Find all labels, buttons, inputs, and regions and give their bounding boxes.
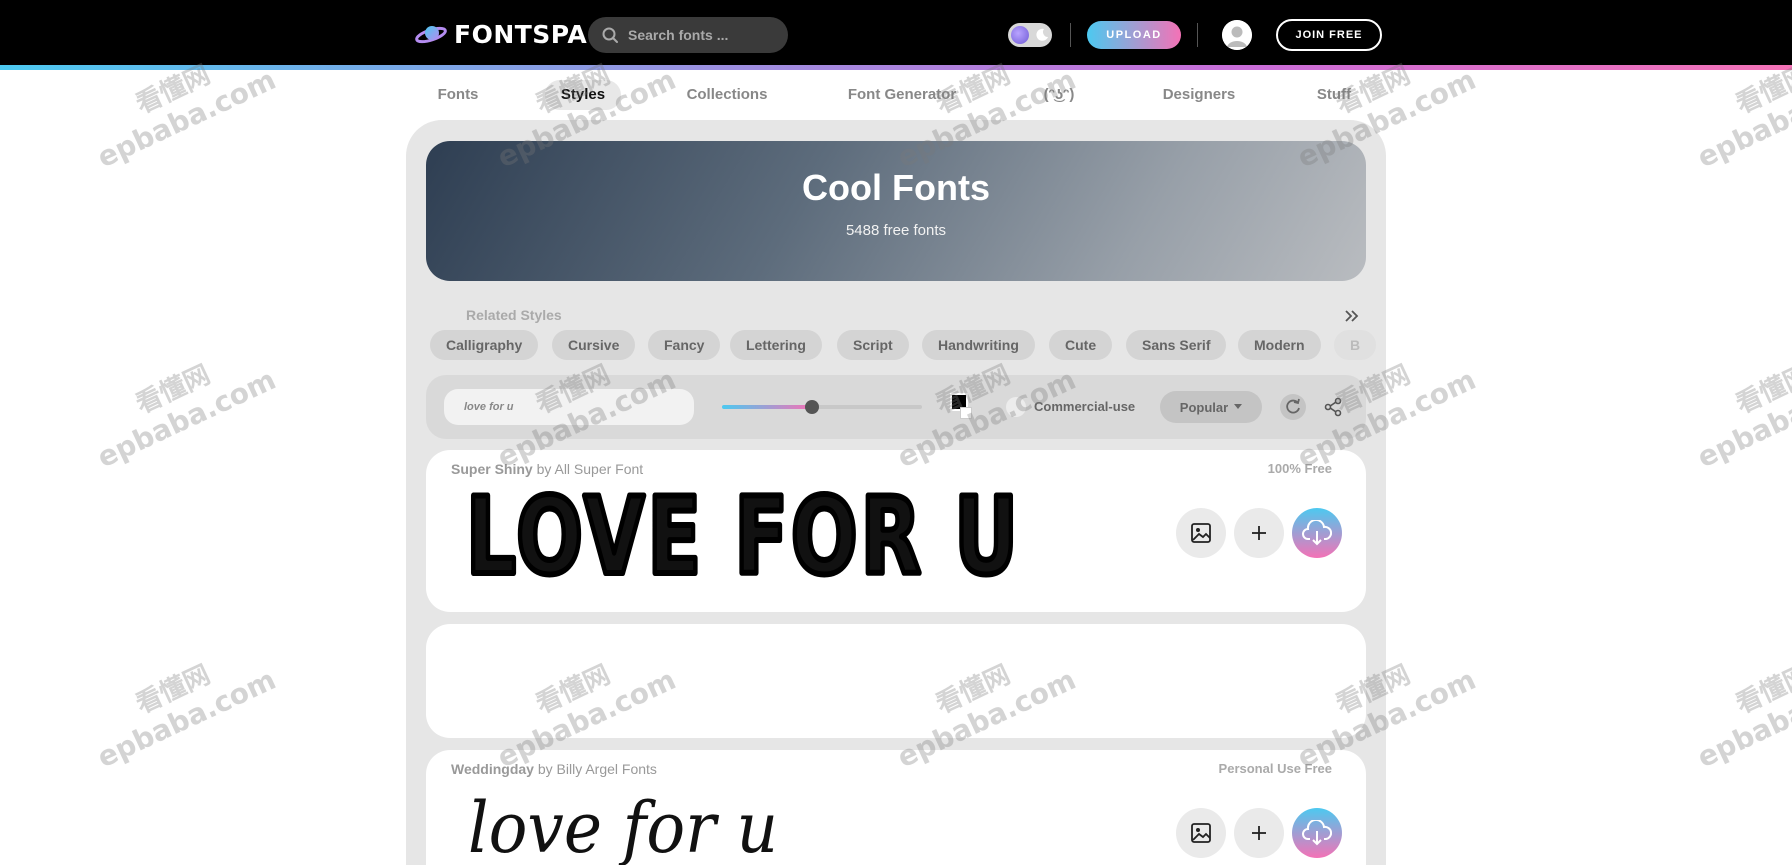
add-to-collection-button[interactable] [1234, 508, 1284, 558]
nav-collections[interactable]: Collections [680, 80, 774, 110]
add-to-collection-button[interactable] [1234, 808, 1284, 858]
watermark: 看懂网 epbaba.com [1680, 637, 1792, 775]
caret-down-icon [1234, 404, 1243, 409]
chevron-double-right-icon[interactable] [1344, 309, 1360, 323]
watermark-cn: 看懂网 [1731, 659, 1792, 721]
cloud-download-icon [1302, 820, 1332, 846]
chip-script[interactable]: Script [837, 330, 909, 360]
font-preview-text: LOVE FOR U [466, 475, 1021, 598]
share-icon [1324, 397, 1342, 417]
commercial-use-checkbox[interactable] [1006, 397, 1026, 417]
nav-emoticons[interactable]: (ᵔ͜ʖᵔ) [1030, 80, 1088, 110]
avatar-icon [1222, 20, 1252, 50]
header-accent-line [0, 65, 1792, 70]
theme-toggle[interactable] [1008, 23, 1052, 47]
background-color-swatch[interactable] [960, 407, 972, 419]
download-button[interactable] [1292, 508, 1342, 558]
font-size-slider[interactable] [722, 400, 922, 414]
preview-image-button[interactable] [1176, 808, 1226, 858]
sort-label: Popular [1179, 399, 1229, 415]
join-free-button[interactable]: JOIN FREE [1276, 19, 1382, 51]
watermark: 看懂网 epbaba.com [80, 637, 281, 775]
image-icon [1191, 523, 1211, 543]
slider-thumb[interactable] [805, 400, 819, 414]
preview-text-input[interactable] [444, 389, 694, 425]
search-icon [602, 27, 618, 43]
reset-button[interactable] [1280, 394, 1306, 420]
page-title: Cool Fonts [802, 167, 990, 208]
watermark: 看懂网 epbaba.com [1680, 337, 1792, 475]
chip-cute[interactable]: Cute [1049, 330, 1113, 360]
cloud-download-icon [1302, 520, 1332, 546]
chip-more[interactable]: B [1334, 330, 1377, 360]
avatar[interactable] [1222, 20, 1252, 50]
search-input[interactable] [628, 27, 778, 43]
commercial-use-label: Commercial-use [1034, 399, 1136, 414]
toggle-knob [1011, 26, 1029, 44]
chip-sans-serif[interactable]: Sans Serif [1126, 330, 1227, 360]
plus-icon [1252, 526, 1266, 540]
watermark-cn: 看懂网 [131, 359, 215, 421]
watermark: 看懂网 epbaba.com [80, 337, 281, 475]
preview-controls: Commercial-use Popular [426, 375, 1366, 439]
upload-button[interactable]: UPLOAD [1087, 21, 1181, 49]
font-count: 5488 free fonts [845, 222, 947, 239]
header-divider [1197, 23, 1198, 47]
font-card[interactable]: Super Shiny by All Super Font 100% Free … [426, 450, 1366, 612]
related-styles-label: Related Styles [466, 307, 562, 323]
nav-styles[interactable]: Styles [545, 80, 621, 110]
license-label: 100% Free [1267, 461, 1332, 476]
chip-calligraphy[interactable]: Calligraphy [430, 330, 539, 360]
chip-cursive[interactable]: Cursive [552, 330, 636, 360]
style-hero-banner: Cool Fonts 5488 free fonts [426, 141, 1366, 281]
watermark-en: epbaba.com [92, 662, 281, 775]
share-button[interactable] [1320, 394, 1346, 420]
main-nav: Fonts Styles Collections Font Generator … [0, 80, 1792, 112]
search-box[interactable] [588, 17, 788, 53]
font-preview-text: love for u [468, 787, 778, 865]
font-card-placeholder [426, 624, 1366, 738]
download-button[interactable] [1292, 808, 1342, 858]
nav-stuff[interactable]: Stuff [1302, 80, 1366, 110]
refresh-icon [1286, 398, 1300, 414]
moon-icon [1036, 28, 1048, 41]
top-bar: FONTSPACE UPLOAD JOIN FREE [0, 0, 1792, 65]
sort-dropdown[interactable]: Popular [1160, 391, 1262, 423]
nav-designers[interactable]: Designers [1157, 80, 1241, 110]
watermark-en: epbaba.com [1692, 662, 1792, 775]
font-preview[interactable]: love for u [426, 750, 926, 865]
chip-fancy[interactable]: Fancy [648, 330, 721, 360]
preview-image-button[interactable] [1176, 508, 1226, 558]
watermark-en: epbaba.com [1692, 362, 1792, 475]
card-actions [1176, 508, 1342, 558]
related-styles-chips: Calligraphy Cursive Fancy Lettering Scri… [430, 330, 1384, 362]
chip-handwriting[interactable]: Handwriting [922, 330, 1035, 360]
nav-fonts[interactable]: Fonts [428, 80, 488, 110]
license-label: Personal Use Free [1218, 761, 1332, 776]
watermark-en: epbaba.com [92, 362, 281, 475]
chip-lettering[interactable]: Lettering [730, 330, 822, 360]
watermark-cn: 看懂网 [131, 659, 215, 721]
chip-modern[interactable]: Modern [1238, 330, 1321, 360]
header-divider [1070, 23, 1071, 47]
image-icon [1191, 823, 1211, 843]
font-preview[interactable]: LOVE FOR U [426, 450, 1046, 612]
watermark-cn: 看懂网 [1731, 359, 1792, 421]
logo-planet-icon [415, 26, 447, 44]
card-actions [1176, 808, 1342, 858]
plus-icon [1252, 826, 1266, 840]
nav-font-generator[interactable]: Font Generator [842, 80, 962, 110]
font-card[interactable]: Weddingday by Billy Argel Fonts Personal… [426, 750, 1366, 865]
